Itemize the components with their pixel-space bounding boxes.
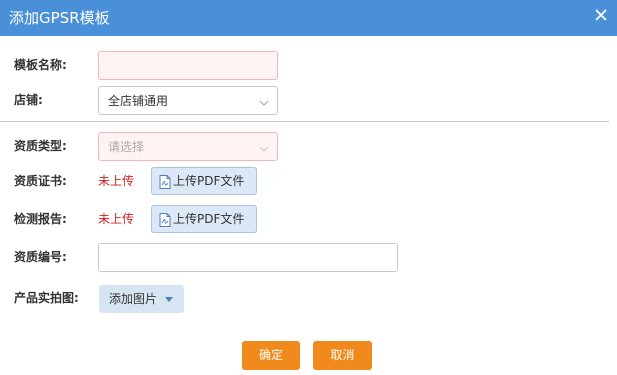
inspection-report-status: 未上传: [98, 212, 135, 226]
pdf-file-icon: [159, 213, 171, 227]
template-name-input[interactable]: [99, 52, 277, 79]
chevron-down-icon: [259, 142, 269, 152]
dialog-header: 添加GPSR模板: [0, 0, 617, 36]
template-name-input-wrap: [98, 51, 278, 80]
add-image-label: 添加图片: [109, 292, 158, 306]
chevron-down-icon: [259, 96, 269, 106]
qualification-type-placeholder: 请选择: [108, 140, 145, 154]
product-photos-label: 产品实拍图:: [14, 291, 79, 305]
dialog-title: 添加GPSR模板: [9, 9, 110, 27]
qualification-cert-label: 资质证书:: [14, 174, 67, 188]
upload-report-button[interactable]: 上传PDF文件: [151, 205, 257, 233]
inspection-report-label: 检测报告:: [14, 212, 67, 226]
store-label: 店铺:: [14, 93, 43, 107]
add-image-button[interactable]: 添加图片: [99, 285, 184, 313]
cancel-button[interactable]: 取消: [313, 341, 372, 370]
caret-down-icon: [165, 297, 173, 302]
close-icon[interactable]: [593, 7, 609, 23]
qualification-number-input-wrap: [98, 243, 398, 272]
section-divider: [0, 121, 609, 122]
upload-cert-button[interactable]: 上传PDF文件: [151, 167, 257, 195]
pdf-file-icon: [159, 175, 171, 189]
qualification-type-label: 资质类型:: [14, 139, 67, 153]
upload-report-label: 上传PDF文件: [173, 212, 245, 226]
qualification-number-input[interactable]: [99, 244, 397, 271]
upload-cert-label: 上传PDF文件: [173, 174, 245, 188]
store-select[interactable]: 全店铺通用: [98, 86, 278, 115]
store-select-value: 全店铺通用: [108, 94, 169, 108]
confirm-button[interactable]: 确定: [242, 341, 300, 370]
qualification-number-label: 资质编号:: [14, 250, 67, 264]
template-name-label: 模板名称:: [14, 58, 67, 72]
qualification-type-select[interactable]: 请选择: [98, 132, 278, 161]
qualification-cert-status: 未上传: [98, 174, 135, 188]
